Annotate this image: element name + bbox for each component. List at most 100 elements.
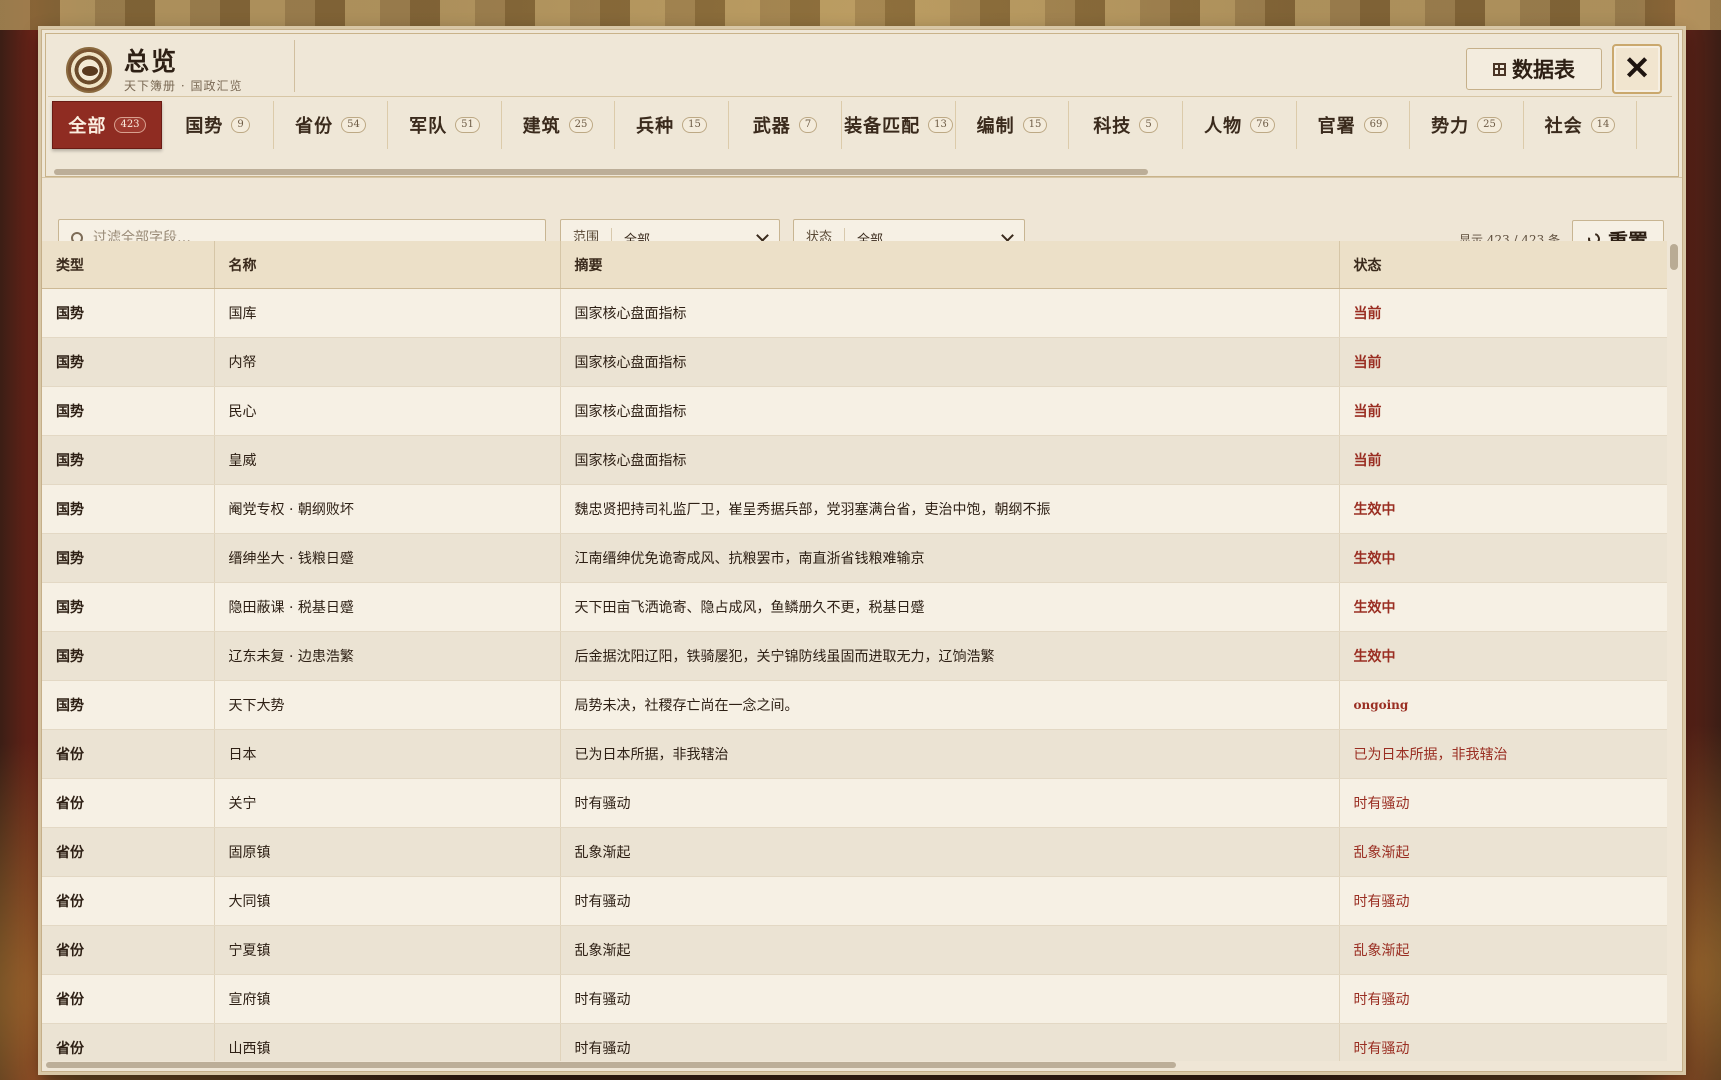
cell-summary: 国家核心盘面指标 — [560, 435, 1340, 485]
table-row[interactable]: 省份 宁夏镇 乱象渐起 乱象渐起 — [42, 925, 1667, 975]
cell-name: 内帑 — [214, 337, 561, 387]
cell-status: 当前 — [1339, 288, 1667, 338]
tab-guoshi[interactable]: 国势 9 — [162, 101, 274, 149]
cell-type: 国势 — [42, 631, 215, 681]
cell-type: 省份 — [42, 974, 215, 1024]
tab-count-badge: 51 — [455, 117, 480, 133]
cell-summary: 时有骚动 — [560, 974, 1340, 1024]
tab-count-badge: 25 — [568, 117, 594, 133]
cell-type: 国势 — [42, 680, 215, 730]
cell-type: 国势 — [42, 337, 215, 387]
tab-characters[interactable]: 人物 76 — [1183, 101, 1297, 149]
cell-name: 皇威 — [214, 435, 561, 485]
table-row[interactable]: 国势 隐田蔽课 · 税基日蹙 天下田亩飞洒诡寄、隐占成风，鱼鳞册久不更，税基日蹙… — [42, 582, 1667, 632]
cell-status: 已为日本所据，非我辖治 — [1339, 729, 1667, 779]
table-header-row: 类型 名称 摘要 状态 — [42, 241, 1667, 289]
tab-label: 军队 — [409, 116, 448, 137]
page-subtitle: 天下簿册 · 国政汇览 — [124, 79, 243, 93]
tab-factions[interactable]: 势力 25 — [1410, 101, 1524, 149]
tab-label: 省份 — [295, 116, 334, 137]
header-rule — [48, 96, 1672, 97]
tab-label: 建筑 — [522, 116, 561, 137]
column-header-name[interactable]: 名称 — [214, 241, 561, 289]
datatable-button[interactable]: 数据表 — [1466, 48, 1602, 90]
tab-label: 国势 — [185, 116, 224, 137]
tab-weapons[interactable]: 武器 7 — [729, 101, 842, 149]
tab-all[interactable]: 全部 423 — [52, 101, 162, 149]
cell-name: 隐田蔽课 · 税基日蹙 — [214, 582, 561, 632]
cell-summary: 局势未决，社稷存亡尚在一念之间。 — [560, 680, 1340, 730]
tab-society[interactable]: 社会 14 — [1524, 101, 1637, 149]
table-row[interactable]: 省份 固原镇 乱象渐起 乱象渐起 — [42, 827, 1667, 877]
cell-name: 日本 — [214, 729, 561, 779]
tab-unit-types[interactable]: 兵种 15 — [615, 101, 729, 149]
cell-summary: 后金据沈阳辽阳，铁骑屡犯，关宁锦防线虽固而进取无力，辽饷浩繁 — [560, 631, 1340, 681]
tab-count-badge: 423 — [114, 117, 146, 133]
tab-count-badge: 9 — [231, 117, 250, 133]
page-title: 总览 — [124, 47, 179, 76]
chevron-down-icon — [756, 229, 769, 242]
cell-name: 宣府镇 — [214, 974, 561, 1024]
table-row[interactable]: 国势 阉党专权 · 朝纲败坏 魏忠贤把持司礼监厂卫，崔呈秀据兵部，党羽塞满台省，… — [42, 484, 1667, 534]
table-vertical-scrollbar-thumb[interactable] — [1670, 244, 1678, 270]
table-row[interactable]: 省份 山西镇 时有骚动 时有骚动 — [42, 1023, 1667, 1061]
tab-count-badge: 5 — [1139, 117, 1158, 133]
cell-status: 当前 — [1339, 337, 1667, 387]
tab-equipment-matching[interactable]: 装备匹配 13 — [842, 101, 956, 149]
tab-provinces[interactable]: 省份 54 — [274, 101, 388, 149]
table-row[interactable]: 国势 缙绅坐大 · 钱粮日蹙 江南缙绅优免诡寄成风、抗粮罢市，南直浙省钱粮难输京… — [42, 533, 1667, 583]
tab-offices[interactable]: 官署 69 — [1297, 101, 1410, 149]
table-row[interactable]: 国势 民心 国家核心盘面指标 当前 — [42, 386, 1667, 436]
tab-label: 武器 — [752, 116, 791, 137]
cell-status: 当前 — [1339, 435, 1667, 485]
tab-count-badge: 7 — [798, 117, 818, 133]
data-table: 类型 名称 摘要 状态 国势 国库 国家核心盘面指标 当前 国势 内帑 国家核心… — [42, 241, 1667, 1061]
tab-count-badge: 15 — [1022, 117, 1048, 133]
column-header-status[interactable]: 状态 — [1339, 241, 1667, 289]
tab-buildings[interactable]: 建筑 25 — [502, 101, 615, 149]
close-button[interactable]: ✕ — [1612, 44, 1662, 94]
cell-name: 固原镇 — [214, 827, 561, 877]
tab-count-badge: 76 — [1250, 117, 1275, 133]
cell-summary: 乱象渐起 — [560, 925, 1340, 975]
column-header-type[interactable]: 类型 — [42, 241, 215, 289]
tab-technology[interactable]: 科技 5 — [1069, 101, 1183, 149]
table-row[interactable]: 省份 日本 已为日本所据，非我辖治 已为日本所据，非我辖治 — [42, 729, 1667, 779]
tab-armies[interactable]: 军队 51 — [388, 101, 502, 149]
grid-icon — [1493, 62, 1506, 76]
cell-type: 国势 — [42, 288, 215, 338]
tab-label: 编制 — [976, 116, 1015, 137]
table-row[interactable]: 国势 内帑 国家核心盘面指标 当前 — [42, 337, 1667, 387]
tabs-scrollbar[interactable] — [54, 169, 1666, 175]
table-row[interactable]: 国势 皇威 国家核心盘面指标 当前 — [42, 435, 1667, 485]
table-row[interactable]: 省份 宣府镇 时有骚动 时有骚动 — [42, 974, 1667, 1024]
table-row[interactable]: 国势 天下大势 局势未决，社稷存亡尚在一念之间。 ongoing — [42, 680, 1667, 730]
datatable-button-label: 数据表 — [1512, 57, 1575, 82]
cell-name: 缙绅坐大 · 钱粮日蹙 — [214, 533, 561, 583]
table-vertical-scrollbar[interactable] — [1670, 241, 1678, 1061]
table-row[interactable]: 省份 大同镇 时有骚动 时有骚动 — [42, 876, 1667, 926]
table-row[interactable]: 国势 国库 国家核心盘面指标 当前 — [42, 288, 1667, 338]
cell-type: 国势 — [42, 386, 215, 436]
close-icon: ✕ — [1623, 49, 1651, 87]
cell-summary: 国家核心盘面指标 — [560, 386, 1340, 436]
cell-name: 山西镇 — [214, 1023, 561, 1061]
cell-status: 生效中 — [1339, 631, 1667, 681]
table-row[interactable]: 国势 辽东未复 · 边患浩繁 后金据沈阳辽阳，铁骑屡犯，关宁锦防线虽固而进取无力… — [42, 631, 1667, 681]
cell-type: 国势 — [42, 484, 215, 534]
tabs-scrollbar-thumb[interactable] — [54, 169, 1148, 175]
cell-name: 天下大势 — [214, 680, 561, 730]
table-row[interactable]: 省份 关宁 时有骚动 时有骚动 — [42, 778, 1667, 828]
table-horizontal-scrollbar[interactable] — [46, 1062, 1666, 1068]
tab-formations[interactable]: 编制 15 — [956, 101, 1069, 149]
cell-name: 大同镇 — [214, 876, 561, 926]
tab-count-badge: 15 — [682, 117, 707, 133]
cell-status: 生效中 — [1339, 582, 1667, 632]
cell-status: 生效中 — [1339, 484, 1667, 534]
column-header-summary[interactable]: 摘要 — [560, 241, 1340, 289]
eye-icon — [81, 65, 99, 77]
cell-summary: 国家核心盘面指标 — [560, 288, 1340, 338]
table-horizontal-scrollbar-thumb[interactable] — [46, 1062, 1176, 1068]
tab-count-badge: 54 — [341, 117, 366, 133]
tab-label: 科技 — [1093, 116, 1132, 137]
